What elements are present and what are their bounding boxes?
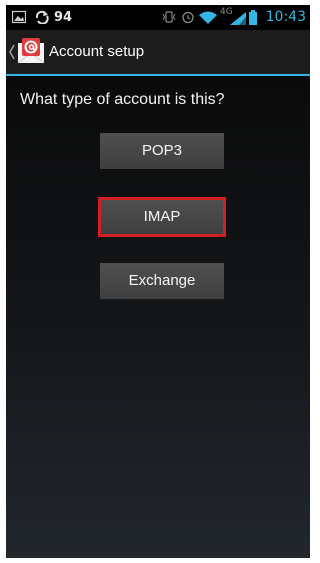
account-type-panel: What type of account is this? POP3 IMAP …	[6, 76, 310, 558]
email-app-icon[interactable]	[17, 38, 45, 66]
signal-icon	[230, 12, 246, 25]
pop3-button[interactable]: POP3	[100, 133, 224, 169]
imap-button[interactable]: IMAP	[98, 197, 226, 237]
notification-count: 94	[54, 10, 73, 25]
alarm-icon	[182, 11, 194, 24]
exchange-button[interactable]: Exchange	[100, 263, 224, 299]
account-type-question: What type of account is this?	[20, 91, 225, 108]
phone-screen: 94 4G 10:43 Account setup What type of a…	[6, 5, 310, 558]
page-title: Account setup	[49, 43, 145, 60]
vibrate-icon	[162, 11, 176, 23]
battery-icon	[249, 10, 257, 25]
image-icon	[12, 10, 26, 24]
status-time: 10:43	[265, 9, 306, 25]
back-chevron-icon[interactable]	[9, 43, 15, 61]
action-bar: Account setup	[6, 30, 310, 76]
wifi-icon	[199, 11, 217, 24]
sync-icon	[35, 10, 49, 24]
status-bar: 94 4G 10:43	[6, 5, 310, 30]
